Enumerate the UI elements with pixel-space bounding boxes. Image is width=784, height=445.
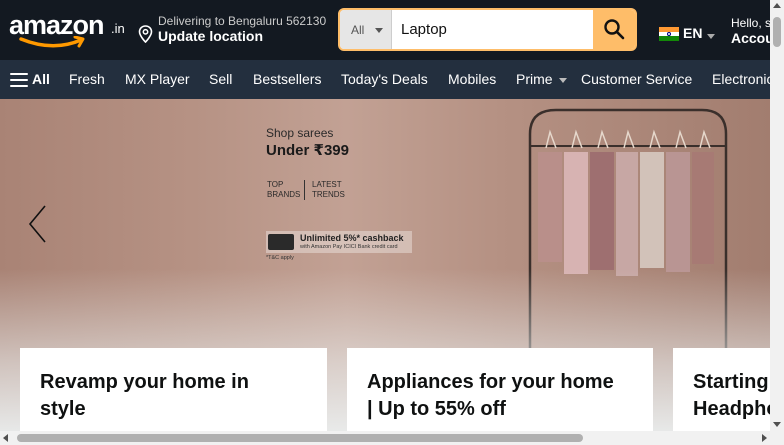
card-title: Appliances for your home | Up to 55% off [367,369,614,423]
credit-card-icon [268,234,294,250]
card-title: Starting ₹ Headpho [693,369,770,423]
vertical-scrollbar[interactable] [770,0,784,431]
nav-item-prime[interactable]: Prime [516,71,567,87]
cashback-text: Unlimited 5%* cashback [300,233,404,243]
hamburger-menu-icon [10,73,28,87]
chevron-down-icon [375,28,383,33]
location-pin-icon [138,25,153,43]
vertical-scroll-thumb[interactable] [773,17,781,47]
search-icon [604,19,625,40]
tag-trends: TRENDS [312,190,345,199]
card-title-line-1: Revamp your home in [40,371,249,393]
chevron-down-icon [707,34,715,39]
nav-item-todays-deals[interactable]: Today's Deals [341,71,428,87]
india-flag-icon [659,27,679,42]
cashback-offer: Unlimited 5%* cashback with Amazon Pay I… [266,231,412,253]
card-home-revamp[interactable]: Revamp your home in style [20,348,327,439]
card-headphones[interactable]: Starting ₹ Headpho [673,348,770,439]
scroll-down-arrow-icon[interactable] [773,422,781,427]
card-title-line-2: | Up to 55% off [367,398,506,420]
nav-item-sell[interactable]: Sell [209,71,232,87]
tag-latest: LATEST [312,180,342,189]
card-title: Revamp your home in style [40,369,249,423]
language-selector[interactable]: EN [659,24,719,44]
cashback-subtext: with Amazon Pay ICICI Bank credit card [300,244,398,250]
horizontal-scroll-thumb[interactable] [17,434,583,442]
nav-item-bestsellers[interactable]: Bestsellers [253,71,321,87]
search-category-dropdown[interactable]: All [340,10,392,49]
delivery-location[interactable]: Delivering to Bengaluru 562130 Update lo… [138,14,333,48]
horizontal-scrollbar[interactable] [0,431,784,445]
card-title-line-2: Headpho [693,398,770,420]
card-appliances[interactable]: Appliances for your home | Up to 55% off [347,348,653,439]
chevron-down-icon [558,77,567,83]
nav-item-fresh[interactable]: Fresh [69,71,105,87]
nav-item-customer-service[interactable]: Customer Service [581,71,692,87]
search-button[interactable] [593,10,635,49]
tag-top: TOP [267,180,284,189]
tag-brands: BRANDS [267,190,301,199]
scroll-left-arrow-icon[interactable] [3,434,8,442]
nav-bar: All Fresh MX Player Sell Bestsellers Tod… [0,60,770,99]
scroll-up-arrow-icon[interactable] [773,3,781,8]
nav-item-electronics[interactable]: Electronics [712,71,770,87]
all-menu-label: All [32,71,50,87]
terms-note: *T&C apply [266,255,294,261]
logo-smile-icon [19,36,85,48]
promo-subtitle: Shop sarees [266,126,334,140]
chevron-left-icon[interactable] [24,201,54,247]
tag-divider [304,180,305,200]
amazon-logo[interactable]: amazon .in [9,10,125,52]
card-title-line-2: style [40,398,86,420]
delivery-address: Delivering to Bengaluru 562130 [158,14,327,28]
nav-item-mobiles[interactable]: Mobiles [448,71,496,87]
card-title-line-1: Starting ₹ [693,371,770,393]
logo-suffix: .in [111,21,125,36]
card-title-line-1: Appliances for your home [367,371,614,393]
nav-item-mx-player[interactable]: MX Player [125,71,190,87]
language-label: EN [683,25,703,41]
promo-price: Under ₹399 [266,142,349,159]
search-bar: All [338,8,637,51]
update-location-link[interactable]: Update location [158,28,263,44]
search-category-label: All [351,23,365,37]
top-header: amazon .in Delivering to Bengaluru 56213… [0,0,784,60]
search-input[interactable] [392,10,593,49]
nav-item-prime-label: Prime [516,71,553,87]
scroll-right-arrow-icon[interactable] [762,434,767,442]
